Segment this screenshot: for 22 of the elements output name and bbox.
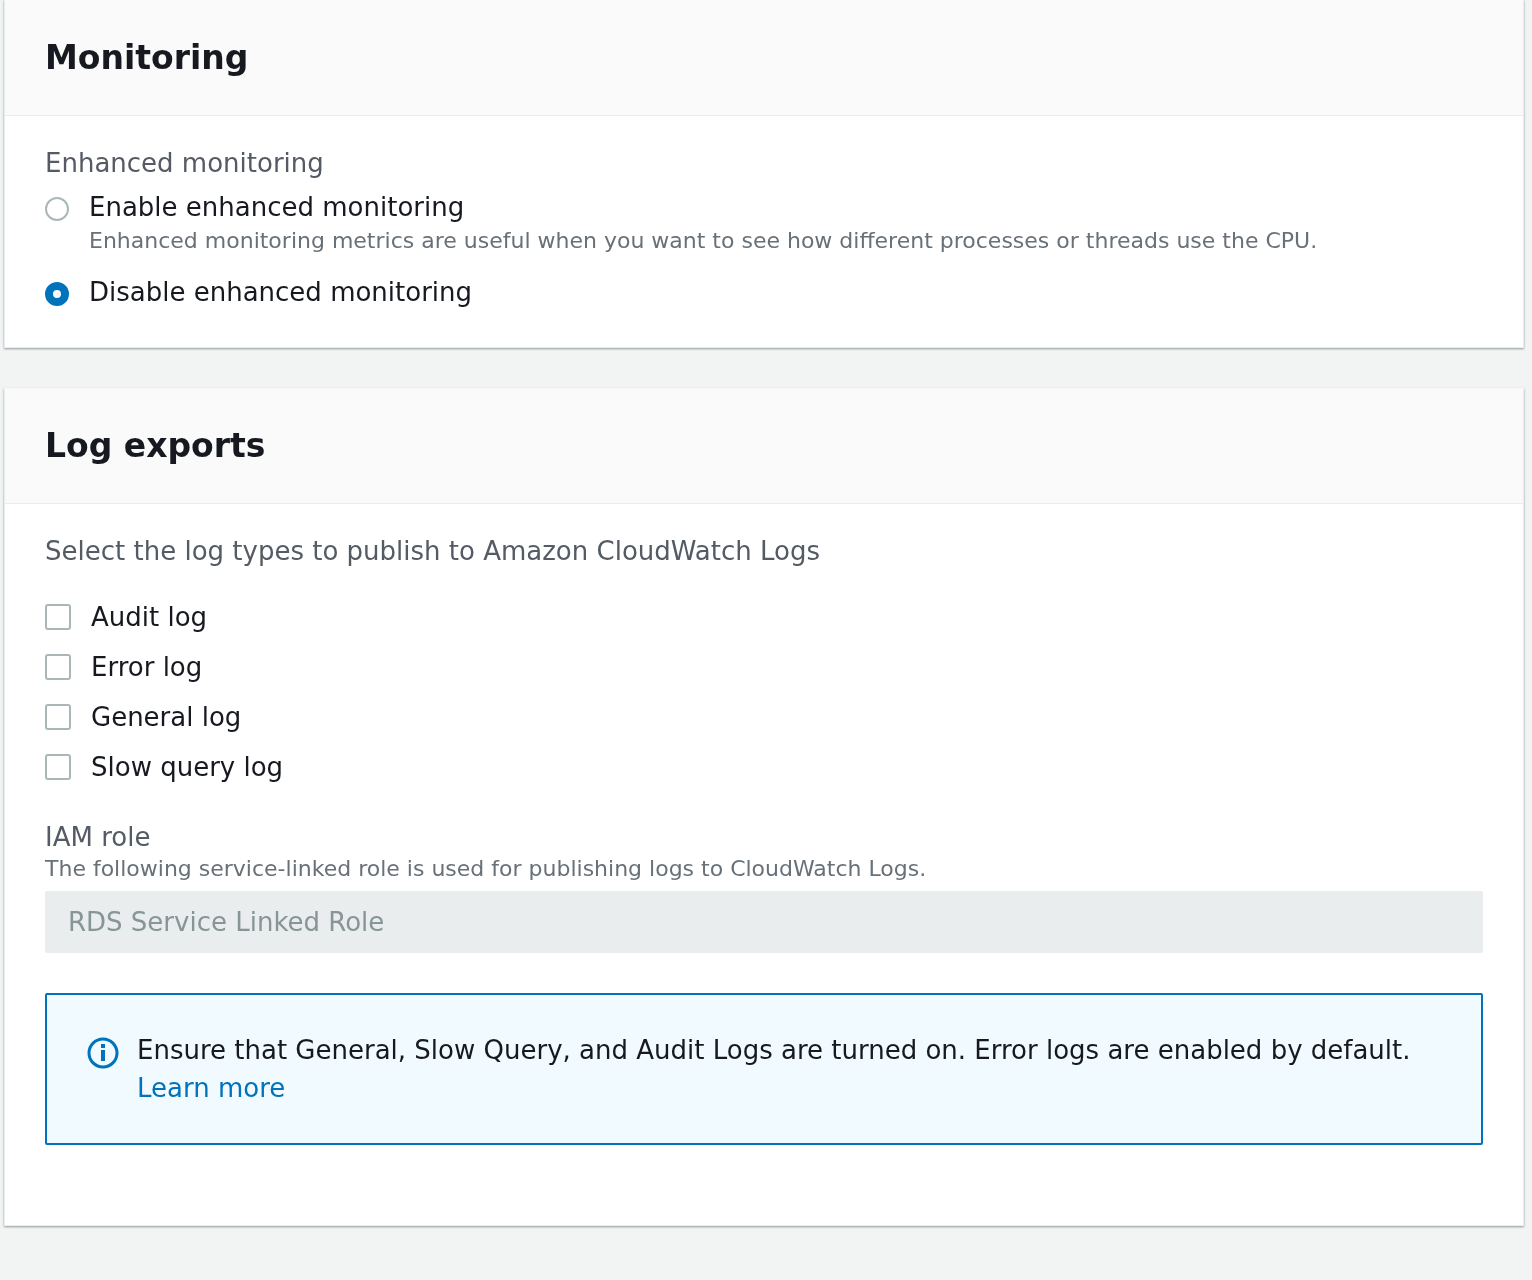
field-description: The following service-linked role is used for publishing logs to CloudWatch Logs. <box>45 856 928 881</box>
checkbox[interactable] <box>45 754 71 780</box>
checkbox-label[interactable]: Audit log <box>91 602 208 632</box>
radio-button[interactable] <box>45 282 69 306</box>
field-label: Enhanced monitoring <box>45 148 325 178</box>
learn-more-link[interactable]: Learn more <box>137 1073 286 1103</box>
section-intro: Select the log types to publish to Amazon CloudWatch Logs <box>45 536 821 566</box>
radio-label[interactable]: Enable enhanced monitoring <box>89 192 1318 222</box>
checkbox-label[interactable]: Slow query log <box>91 752 284 782</box>
checkbox-label[interactable]: Error log <box>91 652 203 682</box>
checkbox[interactable] <box>45 654 71 680</box>
card-title: Log exports <box>45 426 266 465</box>
radio-button[interactable] <box>45 197 69 221</box>
option-description: Enhanced monitoring metrics are useful when you want to see how different processes or threads use the CPU. <box>89 228 1318 253</box>
radio-label[interactable]: Disable enhanced monitoring <box>89 277 473 307</box>
info-icon <box>87 1037 119 1069</box>
checkbox-label[interactable]: General log <box>91 702 242 732</box>
info-message: Ensure that General, Slow Query, and Audit Logs are turned on. Error logs are enabled by default. <box>137 1035 1411 1065</box>
checkbox[interactable] <box>45 704 71 730</box>
card-title: Monitoring <box>45 38 249 77</box>
checkbox[interactable] <box>45 604 71 630</box>
field-label: IAM role <box>45 822 152 852</box>
